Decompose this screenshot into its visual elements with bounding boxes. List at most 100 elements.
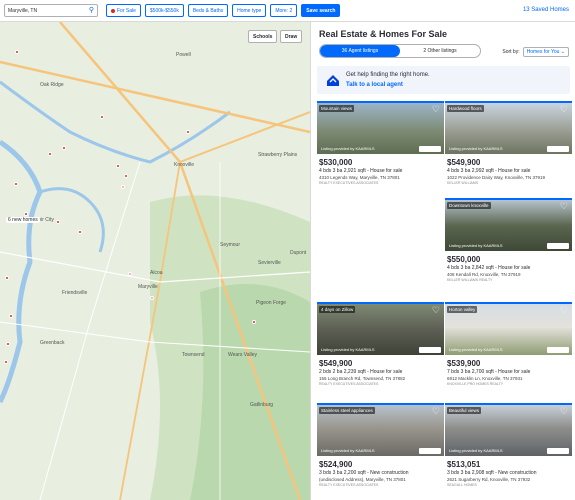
filter-beds-baths-button[interactable]: Beds & Baths [187,4,229,17]
heart-icon[interactable]: ♡ [560,407,568,416]
listing-photo[interactable]: Stainless steel appliances ♡ Listing pro… [317,405,444,456]
mls-logo-icon [547,448,569,454]
listing-provider: Listing provided by KAARMLS [449,448,503,453]
filter-for-sale-label: For Sale [117,7,136,14]
listing-address: 1022 Providence Dairy Way, Knoxville, TN… [447,175,545,180]
listing-card[interactable]: Beautiful views ♡ Listing provided by KA… [445,403,572,487]
listing-card[interactable]: Downtown knoxville ♡ Listing provided by… [445,198,572,282]
talk-to-agent-link[interactable]: Talk to a local agent [346,82,403,88]
filter-home-type-button[interactable]: Home type [232,4,267,17]
page-title: Real Estate & Homes For Sale [319,29,448,39]
listing-card[interactable]: Horton valley ♡ Listing provided by KAAR… [445,302,572,386]
map-pin[interactable] [186,130,190,134]
listing-tabs: 36 Agent listings 2 Other listings [319,44,481,58]
listing-photo[interactable]: Horton valley ♡ Listing provided by KAAR… [445,304,572,355]
listing-card[interactable]: Stainless steel appliances ♡ Listing pro… [317,403,444,487]
listing-price: $549,900 [319,359,353,368]
listing-facts: 3 bds 3 ba 2,200 sqft - New construction [319,470,409,476]
mls-logo-icon [547,146,569,152]
map-pin[interactable] [62,146,66,150]
new-homes-badge[interactable]: 6 new homes [6,217,40,223]
listing-price: $549,900 [447,158,481,167]
listing-tag: Horton valley [447,306,478,313]
listing-provider: Listing provided by KAARMLS [449,347,503,352]
listing-card[interactable]: 4 days on Zillow ♡ Listing provided by K… [317,302,444,386]
search-icon[interactable]: ⚲ [89,7,94,14]
sort-select[interactable]: Homes for You ⌄ [522,47,569,57]
mls-logo-icon [419,347,441,353]
map-pin[interactable] [24,212,28,216]
listing-address: 155 Long Branch Rd, Townsend, TN 37882 [319,376,406,381]
heart-icon[interactable]: ♡ [560,202,568,211]
map-pin[interactable] [6,342,10,346]
map-label-dupont: Dupont [290,250,307,256]
listing-facts: 3 bds 3 ba 2,908 sqft - New construction [447,470,537,476]
map-pin[interactable] [48,152,52,156]
heart-icon[interactable]: ♡ [560,306,568,315]
mls-logo-icon [547,243,569,249]
map-label-pigeon-forge: Pigeon Forge [256,300,287,306]
map-label-seymour: Seymour [220,242,241,248]
map-label-townsend: Townsend [182,352,205,358]
map-pin[interactable] [121,185,125,189]
schools-button[interactable]: Schools [248,30,278,43]
listing-tag: Beautiful views [447,407,482,414]
map-pin[interactable] [56,220,60,224]
listing-facts: 7 bds 3 ba 2,700 sqft - House for sale [447,369,531,375]
listing-panel: Real Estate & Homes For Sale 36 Agent li… [310,22,575,500]
filter-beds-label: Beds & Baths [192,7,224,14]
tab-agent-listings[interactable]: 36 Agent listings [320,45,400,57]
filter-more-button[interactable]: More: 2 [270,4,298,17]
agent-house-icon [327,75,339,86]
listing-facts: 4 bds 3 ba 2,921 sqft - House for sale [319,168,403,174]
map-pin[interactable] [15,50,19,54]
listing-card[interactable]: Hardwood floors ♡ Listing provided by KA… [445,101,572,185]
map-label-friendsville: Friendsville [62,290,88,296]
map-pin[interactable] [4,360,8,364]
listing-tag: Stainless steel appliances [319,407,375,414]
listing-provider: Listing provided by KAARMLS [321,448,375,453]
filter-home-type-label: Home type [237,7,262,14]
saved-homes-link[interactable]: 13 Saved Homes [523,7,569,13]
listing-price: $513,051 [447,460,481,469]
map-pin[interactable] [5,276,9,280]
sort-value: Homes for You [526,49,560,55]
map-label-greenback: Greenback [40,340,65,346]
listing-photo[interactable]: 4 days on Zillow ♡ Listing provided by K… [317,304,444,355]
save-search-button[interactable]: Save search [301,4,341,17]
map-pin[interactable] [252,320,256,324]
listing-address: 2621 Sugarberry Rd, Knoxville, TN 37932 [447,477,531,482]
heart-icon[interactable]: ♡ [432,407,440,416]
listing-photo[interactable]: Hardwood floors ♡ Listing provided by KA… [445,103,572,154]
agent-help-banner: Get help finding the right home. Talk to… [317,66,570,94]
map-pin[interactable] [78,230,82,234]
map[interactable]: Schools Draw Knoxville Powell Alcoa Mary… [0,22,310,500]
listing-address: 408 Kendall Rd, Knoxville, TN 37919 [447,272,521,277]
filter-price-button[interactable]: $500k-$550k [144,4,184,17]
map-pin[interactable] [14,182,18,186]
map-pin[interactable] [150,296,154,300]
map-pin[interactable] [124,174,128,178]
listing-price: $524,900 [319,460,353,469]
map-pin[interactable] [100,115,104,119]
filter-for-sale-button[interactable]: For Sale [106,4,141,17]
listing-address: (undisclosed Address), Maryville, TN 378… [319,477,406,482]
search-input[interactable]: Maryville, TN ⚲ [4,4,98,17]
listing-broker: KELLER WILLIAMS [447,181,479,185]
map-label-oak-ridge: Oak Ridge [40,82,64,88]
heart-icon[interactable]: ♡ [432,306,440,315]
map-pin[interactable] [9,314,13,318]
listing-card[interactable]: Mountain views ♡ Listing provided by KAA… [317,101,444,185]
heart-icon[interactable]: ♡ [560,105,568,114]
listing-photo[interactable]: Beautiful views ♡ Listing provided by KA… [445,405,572,456]
draw-button[interactable]: Draw [280,30,303,43]
listing-address: 6912 Macklin Ln, Knoxville, TN 37931 [447,376,523,381]
map-pin[interactable] [128,272,132,276]
map-pin[interactable] [116,164,120,168]
listing-photo[interactable]: Downtown knoxville ♡ Listing provided by… [445,200,572,251]
listing-broker: REALTY EXECUTIVES ASSOCIATES [319,181,379,185]
mls-logo-icon [419,146,441,152]
heart-icon[interactable]: ♡ [432,105,440,114]
listing-photo[interactable]: Mountain views ♡ Listing provided by KAA… [317,103,444,154]
tab-other-listings[interactable]: 2 Other listings [400,45,480,57]
